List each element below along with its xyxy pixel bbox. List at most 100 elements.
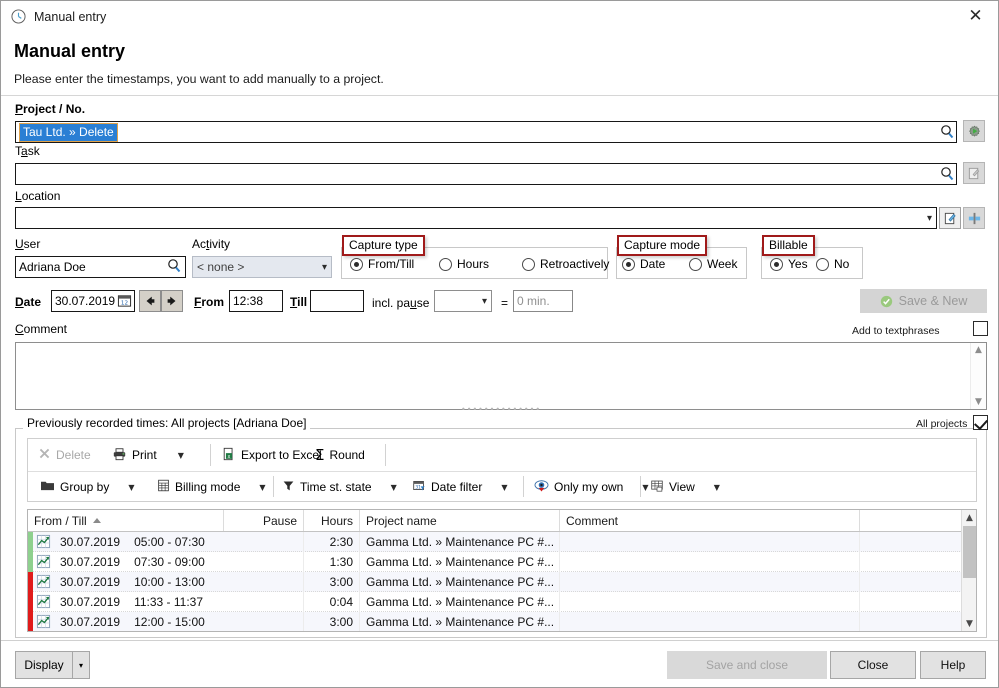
insert-marker-icon[interactable] bbox=[963, 207, 985, 229]
row-status-bar bbox=[28, 572, 33, 592]
grid-icon bbox=[157, 479, 170, 495]
activity-label: Activity bbox=[192, 237, 230, 251]
print-button[interactable]: Print ▼ bbox=[108, 443, 188, 467]
pause-select[interactable]: ▾ bbox=[434, 290, 492, 312]
all-projects-checkbox[interactable] bbox=[973, 415, 988, 430]
table-row[interactable]: 30.07.201911:33 - 11:370:04Gamma Ltd. » … bbox=[28, 592, 976, 612]
scroll-down-icon[interactable]: ▼ bbox=[975, 397, 982, 407]
column-header-from-till[interactable]: From / Till bbox=[28, 510, 224, 531]
chevron-down-icon: ▾ bbox=[927, 213, 932, 224]
print-label: Print bbox=[132, 448, 157, 462]
eye-icon bbox=[534, 479, 549, 495]
manual-entry-dialog: Manual entry ✕ Manual entry Please enter… bbox=[0, 0, 999, 688]
arrow-right-icon[interactable] bbox=[161, 290, 183, 312]
delete-button[interactable]: Delete bbox=[34, 443, 95, 467]
column-header-comment-label: Comment bbox=[566, 514, 618, 528]
column-header-project-name[interactable]: Project name bbox=[360, 510, 560, 531]
comment-textarea[interactable]: ▲ ▼ bbox=[15, 342, 987, 410]
note-edit-blue-icon[interactable] bbox=[939, 207, 961, 229]
magnifier-icon[interactable] bbox=[166, 258, 182, 274]
delete-label: Delete bbox=[56, 448, 91, 462]
project-selected-token: Tau Ltd. » Delete bbox=[19, 123, 118, 142]
help-button[interactable]: Help bbox=[920, 651, 986, 679]
chevron-down-icon[interactable]: ▼ bbox=[714, 483, 720, 492]
radio-billable-yes[interactable]: Yes bbox=[770, 257, 808, 271]
radio-retroactively[interactable]: Retroactively bbox=[522, 257, 609, 271]
cell-project-name: Gamma Ltd. » Maintenance PC #... bbox=[360, 532, 560, 552]
display-dropdown-arrow[interactable]: ▾ bbox=[73, 651, 90, 679]
save-and-new-button[interactable]: Save & New bbox=[860, 289, 987, 313]
cell-date: 30.07.2019 bbox=[60, 555, 120, 569]
equals-sign: = bbox=[501, 296, 508, 310]
gear-green-icon[interactable] bbox=[963, 120, 985, 142]
billing-mode-button[interactable]: Billing mode ▼ bbox=[153, 475, 270, 499]
user-input[interactable]: Adriana Doe bbox=[15, 256, 186, 278]
scroll-up-icon[interactable]: ▲ bbox=[962, 510, 977, 525]
cell-pause bbox=[224, 612, 304, 632]
arrow-left-icon[interactable] bbox=[139, 290, 161, 312]
radio-week-label: Week bbox=[707, 257, 737, 271]
location-select[interactable]: ▾ bbox=[15, 207, 937, 229]
radio-week[interactable]: Week bbox=[689, 257, 737, 271]
date-filter-button[interactable]: 31 Date filter ▼ bbox=[408, 475, 512, 499]
cell-pause bbox=[224, 572, 304, 592]
scroll-up-icon[interactable]: ▲ bbox=[975, 345, 982, 355]
radio-billable-no[interactable]: No bbox=[816, 257, 849, 271]
close-icon[interactable]: ✕ bbox=[953, 1, 998, 31]
magnifier-icon[interactable] bbox=[939, 124, 955, 140]
project-input[interactable]: Tau Ltd. » Delete bbox=[15, 121, 957, 143]
toolbar-row-1: Delete Print ▼ bbox=[28, 441, 976, 469]
view-button[interactable]: View ▼ bbox=[646, 475, 724, 499]
magnifier-icon[interactable] bbox=[939, 166, 955, 182]
save-and-close-button[interactable]: Save and close bbox=[667, 651, 827, 679]
toolbar-separator bbox=[273, 476, 274, 497]
check-circle-icon bbox=[880, 295, 893, 308]
group-by-button[interactable]: Group by ▼ bbox=[36, 475, 139, 499]
table-row[interactable]: 30.07.201910:00 - 13:003:00Gamma Ltd. » … bbox=[28, 572, 976, 592]
export-to-excel-button[interactable]: x Export to Excel bbox=[218, 443, 326, 467]
task-input[interactable] bbox=[15, 163, 957, 185]
column-header-hours[interactable]: Hours bbox=[304, 510, 360, 531]
comment-scrollbar[interactable]: ▲ ▼ bbox=[970, 343, 986, 409]
display-button[interactable]: Display bbox=[15, 651, 73, 679]
cell-date: 30.07.2019 bbox=[60, 595, 120, 609]
add-to-textphrases-checkbox[interactable] bbox=[973, 321, 988, 336]
chevron-down-icon[interactable]: ▼ bbox=[178, 451, 184, 460]
resize-grip[interactable]: •••••••••••••• bbox=[461, 405, 541, 414]
chevron-down-icon[interactable]: ▼ bbox=[259, 483, 265, 492]
title-bar: Manual entry ✕ bbox=[1, 1, 998, 32]
till-input[interactable] bbox=[310, 290, 364, 312]
chevron-down-icon[interactable]: ▼ bbox=[128, 483, 134, 492]
user-label: User bbox=[15, 237, 40, 251]
radio-date[interactable]: Date bbox=[622, 257, 665, 271]
toolbar-row-2: Group by ▼ Billing mode ▼ bbox=[28, 471, 976, 499]
chevron-down-icon[interactable]: ▼ bbox=[501, 483, 507, 492]
note-edit-icon[interactable] bbox=[963, 162, 985, 184]
activity-select[interactable]: < none > ▾ bbox=[192, 256, 332, 278]
calendar-icon[interactable]: 12 bbox=[117, 293, 132, 311]
scrollbar-thumb[interactable] bbox=[963, 526, 976, 578]
table-scrollbar[interactable]: ▲ ▼ bbox=[961, 510, 976, 631]
activity-value: < none > bbox=[197, 260, 244, 274]
column-header-hours-label: Hours bbox=[321, 514, 353, 528]
cell-hours: 2:30 bbox=[304, 532, 360, 552]
pause-result-value: 0 min. bbox=[517, 294, 550, 308]
time-state-button[interactable]: Time st. state ▼ bbox=[278, 475, 401, 499]
only-my-own-button[interactable]: Only my own ▼ bbox=[530, 475, 653, 499]
scroll-down-icon[interactable]: ▼ bbox=[962, 616, 977, 631]
column-header-comment[interactable]: Comment bbox=[560, 510, 860, 531]
column-header-pause[interactable]: Pause bbox=[224, 510, 304, 531]
cell-hours: 3:00 bbox=[304, 572, 360, 592]
table-row[interactable]: 30.07.201905:00 - 07:302:30Gamma Ltd. » … bbox=[28, 532, 976, 552]
from-input[interactable]: 12:38 bbox=[229, 290, 283, 312]
table-row[interactable]: 30.07.201907:30 - 09:001:30Gamma Ltd. » … bbox=[28, 552, 976, 572]
chevron-down-icon[interactable]: ▼ bbox=[391, 483, 397, 492]
close-button[interactable]: Close bbox=[830, 651, 916, 679]
table-row[interactable]: 30.07.201912:00 - 15:003:00Gamma Ltd. » … bbox=[28, 612, 976, 632]
column-header-extra[interactable] bbox=[860, 510, 962, 531]
radio-hours[interactable]: Hours bbox=[439, 257, 489, 271]
round-button[interactable]: Σ Round bbox=[311, 443, 369, 467]
export-to-excel-label: Export to Excel bbox=[241, 448, 322, 462]
radio-from-till[interactable]: From/Till bbox=[350, 257, 414, 271]
chart-entry-icon bbox=[36, 574, 52, 590]
